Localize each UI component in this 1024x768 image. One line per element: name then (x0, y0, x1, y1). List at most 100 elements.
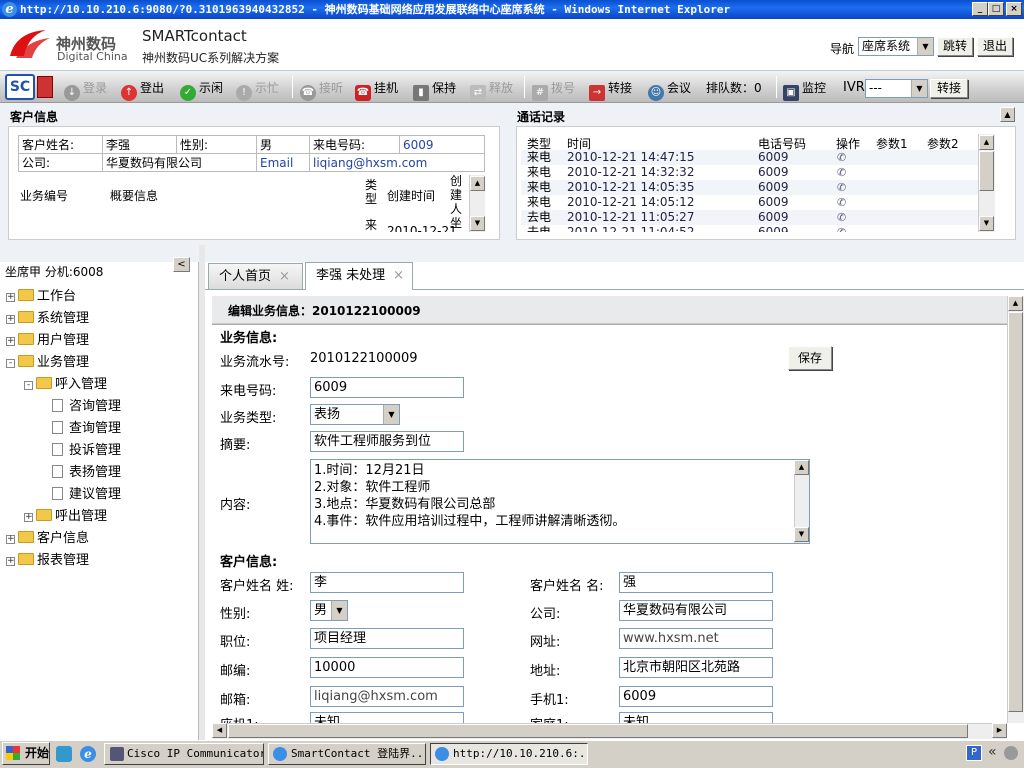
collapse-panel-icon[interactable]: ▲ (1000, 107, 1015, 122)
logout-button[interactable]: ↑ 登出 (121, 79, 164, 101)
minimize-button[interactable]: _ (972, 2, 988, 16)
scroll-up-icon[interactable]: ▲ (1008, 296, 1023, 311)
home-input[interactable]: 未知 (619, 712, 773, 723)
callback-phone-icon[interactable]: ✆ (837, 165, 846, 180)
caller-input[interactable]: 6009 (310, 377, 464, 398)
summary-input[interactable]: 软件工程师服务到位 (310, 431, 464, 452)
nav-tree-item[interactable]: 咨询管理 (0, 396, 199, 418)
callback-phone-icon[interactable]: ✆ (837, 210, 846, 225)
expand-toggle-icon[interactable]: - (6, 359, 15, 368)
nav-tree-item[interactable]: + 系统管理 (0, 308, 199, 330)
scroll-up-icon[interactable]: ▲ (979, 135, 994, 150)
task-cisco[interactable]: Cisco IP Communicator (104, 743, 264, 765)
scroll-thumb[interactable] (979, 151, 994, 191)
nav-select[interactable]: 座席系统 ▼ (858, 37, 934, 56)
expand-toggle-icon[interactable]: + (6, 315, 15, 324)
tray-app-icon[interactable]: P (966, 745, 982, 761)
zip-input[interactable]: 10000 (310, 657, 464, 678)
hangup-button[interactable]: ☎ 挂机 (355, 79, 398, 101)
save-button[interactable]: 保存 (788, 346, 832, 370)
nav-tree-item[interactable]: - 呼入管理 (0, 374, 199, 396)
transfer-icon: → (589, 85, 605, 101)
mobile-input[interactable]: 6009 (619, 686, 773, 707)
expand-toggle-icon[interactable]: + (6, 535, 15, 544)
tray-expand-icon[interactable]: « (988, 744, 997, 760)
website-input[interactable]: www.hxsm.net (619, 628, 773, 649)
nav-tree-item[interactable]: - 业务管理 (0, 352, 199, 374)
answer-button[interactable]: ☎ 接听 (300, 79, 343, 101)
busy-button[interactable]: ! 示忙 (236, 79, 279, 101)
nav-tree-item[interactable]: 查询管理 (0, 418, 199, 440)
call-log-row[interactable]: 来电 2010-12-21 14:32:32 6009 ✆ (521, 165, 978, 180)
transfer-button[interactable]: → 转接 (589, 79, 632, 101)
show-desktop-icon[interactable] (56, 746, 72, 762)
nav-tree-item[interactable]: 建议管理 (0, 484, 199, 506)
scroll-down-icon[interactable]: ▼ (470, 216, 485, 231)
callback-phone-icon[interactable]: ✆ (837, 180, 846, 195)
call-log-row[interactable]: 来电 2010-12-21 14:47:15 6009 ✆ (521, 150, 978, 165)
company-input[interactable]: 华夏数码有限公司 (619, 600, 773, 621)
expand-toggle-icon[interactable]: + (6, 337, 15, 346)
dial-button[interactable]: # 拨号 (532, 79, 575, 101)
call-time: 2010-12-21 14:47:15 (567, 150, 695, 164)
task-smartcontact[interactable]: SmartContact 登陆界... (268, 743, 426, 765)
call-log-row[interactable]: 去电 2010-12-21 11:05:27 6009 ✆ (521, 210, 978, 225)
login-button[interactable]: ↓ 登录 (64, 79, 107, 101)
jump-button[interactable]: 跳转 (937, 37, 973, 56)
nav-tree-item[interactable]: + 工作台 (0, 286, 199, 308)
content-textarea[interactable]: 1.时间：12月21日 2.对象：软件工程师 3.地点：华夏数码有限公司总部 4.事件… (310, 459, 810, 544)
hscroll-thumb[interactable] (228, 724, 968, 738)
expand-toggle-icon[interactable]: - (24, 381, 33, 390)
call-log-row[interactable]: 去电 2010-12-21 11:04:52 6009 ✆ (521, 225, 978, 232)
logout-system-button[interactable]: 退出 (977, 37, 1013, 56)
surname-input[interactable]: 李 (310, 572, 464, 593)
scroll-right-icon[interactable]: ▶ (992, 723, 1007, 738)
expand-toggle-icon[interactable]: + (6, 557, 15, 566)
given-name-input[interactable]: 强 (619, 572, 773, 593)
business-type-select[interactable]: 表扬 ▼ (310, 404, 400, 425)
callback-phone-icon[interactable]: ✆ (837, 225, 846, 232)
scroll-up-icon[interactable]: ▲ (470, 176, 485, 191)
ivr-transfer-button[interactable]: 转接 (930, 79, 968, 98)
nav-tree-item[interactable]: + 报表管理 (0, 550, 199, 572)
nav-tree-item[interactable]: 表扬管理 (0, 462, 199, 484)
email-input[interactable]: liqiang@hxsm.com (310, 686, 464, 707)
gender-select[interactable]: 男 ▼ (310, 600, 348, 621)
close-icon[interactable]: × (279, 269, 290, 284)
ivr-select[interactable]: --- ▼ (865, 79, 928, 98)
ie-quicklaunch-icon[interactable]: e (80, 746, 96, 762)
summary-label: 摘要: (220, 438, 251, 453)
callback-phone-icon[interactable]: ✆ (837, 150, 846, 165)
idle-button[interactable]: ✓ 示闲 (180, 79, 223, 101)
tab-home[interactable]: 个人首页 × (208, 263, 303, 289)
nav-tree-item[interactable]: + 用户管理 (0, 330, 199, 352)
form-title: 编辑业务信息：2010122100009 (228, 304, 421, 318)
expand-toggle-icon[interactable]: + (24, 513, 33, 522)
nav-tree-item[interactable]: 投诉管理 (0, 440, 199, 462)
phone-input[interactable]: 未知 (310, 712, 464, 723)
release-button[interactable]: ⇄ 释放 (470, 79, 513, 101)
close-icon[interactable]: × (393, 268, 404, 283)
nav-tree-item[interactable]: + 呼出管理 (0, 506, 199, 528)
meeting-button[interactable]: ☺ 会议 (648, 79, 691, 101)
position-input[interactable]: 项目经理 (310, 628, 464, 649)
monitor-button[interactable]: ▣ 监控 (783, 79, 826, 101)
scroll-down-icon[interactable]: ▼ (979, 216, 994, 231)
expand-toggle-icon[interactable]: + (6, 293, 15, 302)
tray-sound-icon[interactable] (1004, 746, 1018, 760)
scroll-up-icon[interactable]: ▲ (794, 460, 809, 475)
scroll-left-icon[interactable]: ◀ (212, 723, 227, 738)
call-log-row[interactable]: 来电 2010-12-21 14:05:35 6009 ✆ (521, 180, 978, 195)
hold-button[interactable]: ▮ 保持 (413, 79, 456, 101)
nav-tree-item[interactable]: + 客户信息 (0, 528, 199, 550)
scroll-thumb[interactable] (1008, 312, 1023, 712)
callback-phone-icon[interactable]: ✆ (837, 195, 846, 210)
collapse-sidebar-icon[interactable]: < (173, 257, 190, 272)
close-window-button[interactable]: × (1006, 2, 1022, 16)
tab-business[interactable]: 李强 未处理 × (305, 262, 413, 290)
task-current-ie[interactable]: http://10.10.210.6:... (430, 743, 588, 765)
maximize-button[interactable]: □ (988, 2, 1004, 16)
scroll-down-icon[interactable]: ▼ (794, 527, 809, 542)
call-log-row[interactable]: 来电 2010-12-21 14:05:12 6009 ✆ (521, 195, 978, 210)
address-input[interactable]: 北京市朝阳区北苑路 (619, 657, 773, 678)
